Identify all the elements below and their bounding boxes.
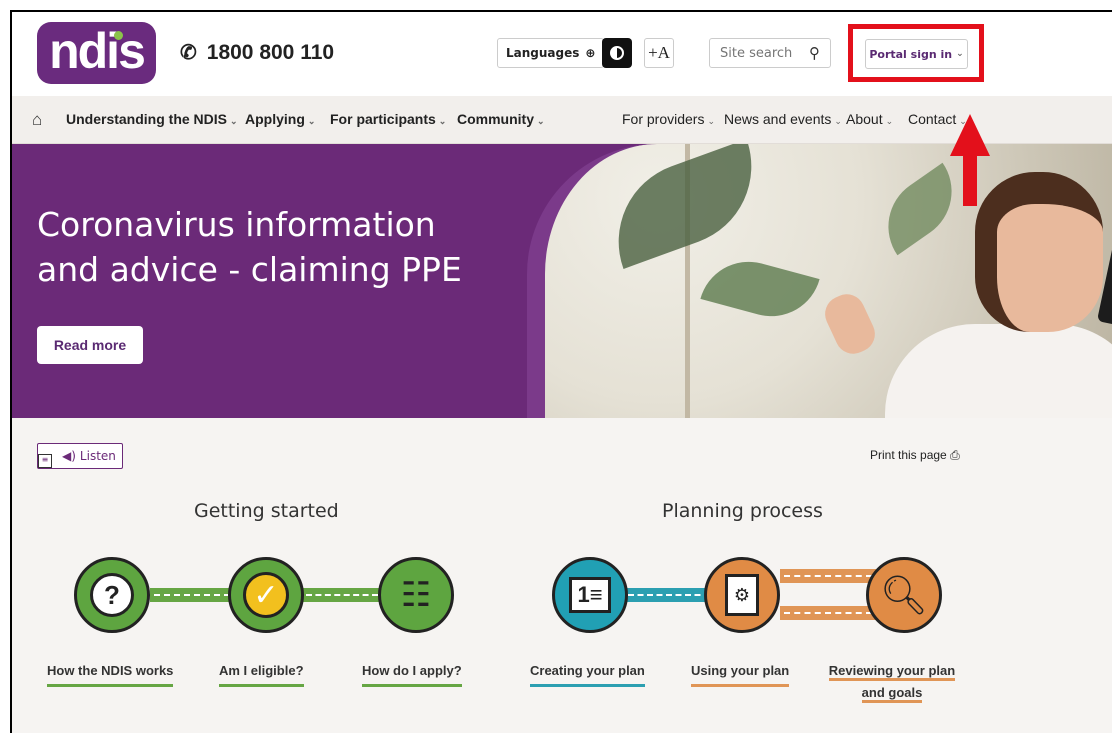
document-icon: ≡ (38, 454, 52, 468)
chevron-down-icon: ⌄ (956, 49, 964, 59)
hero-banner: Coronavirus information and advice - cla… (12, 144, 1112, 418)
reviewing-plan-step-icon[interactable]: 🔍︎ (866, 557, 942, 633)
question-bubble-icon: ? (90, 573, 134, 617)
contrast-toggle-button[interactable] (602, 38, 632, 68)
using-plan-step-icon[interactable]: ⚙ (704, 557, 780, 633)
how-ndis-works-link[interactable]: How the NDIS works (47, 660, 174, 687)
main-navigation: ⌂ Understanding the NDIS ⌄ Applying ⌄ For … (12, 96, 1112, 144)
phone-number-text: 1800 800 110 (206, 40, 335, 64)
site-search[interactable]: ⚲ (709, 38, 831, 68)
read-more-button[interactable]: Read more (37, 326, 143, 364)
listen-label: Listen (79, 449, 116, 463)
folder-document-icon: 1≡ (569, 577, 611, 613)
nav-item-understanding[interactable]: Understanding the NDIS ⌄ (66, 111, 238, 127)
nav-item-applying[interactable]: Applying ⌄ (245, 111, 315, 127)
creating-your-plan-link[interactable]: Creating your plan (530, 660, 645, 687)
getting-started-heading: Getting started (194, 500, 339, 522)
reviewing-plan-link[interactable]: Reviewing your plan and goals (826, 660, 958, 706)
chevron-down-icon: ⌄ (537, 116, 545, 126)
people-form-icon: ☷ (400, 575, 432, 615)
nav-item-community[interactable]: Community ⌄ (457, 111, 545, 127)
portal-sign-in-label: Portal sign in (869, 47, 953, 61)
reviewing-plan-line2: and goals (861, 685, 923, 703)
chevron-down-icon: ⌄ (707, 116, 716, 126)
search-icon[interactable]: ⚲ (809, 44, 820, 62)
text-size-button[interactable]: +A (644, 38, 674, 68)
step-connector (302, 588, 382, 602)
magnifier-review-icon: 🔍︎ (879, 572, 929, 617)
document-gear-icon: ⚙ (725, 574, 759, 616)
phone-icon: ✆ (180, 42, 197, 64)
annotation-arrow-icon (950, 114, 990, 206)
speaker-icon: ◀) (62, 449, 76, 463)
step-connector (624, 588, 714, 602)
step-connector (780, 606, 876, 620)
plant-leaf (700, 250, 820, 328)
languages-label: Languages (506, 46, 580, 60)
listen-button[interactable]: ≡ ◀) Listen (37, 443, 123, 469)
chevron-down-icon: ⌄ (307, 116, 316, 126)
portal-sign-in-button[interactable]: Portal sign in ⌄ (865, 39, 968, 69)
site-header: ndis ✆ 1800 800 110 Languages ⊕ +A ⚲ Por… (12, 12, 1112, 96)
creating-plan-step-icon[interactable]: 1≡ (552, 557, 628, 633)
chevron-down-icon: ⌄ (438, 116, 447, 126)
am-i-eligible-step-icon[interactable]: ✓ (228, 557, 304, 633)
nav-item-for-providers[interactable]: For providers ⌄ (622, 111, 715, 127)
am-i-eligible-link[interactable]: Am I eligible? (219, 660, 304, 687)
browser-frame: ndis ✆ 1800 800 110 Languages ⊕ +A ⚲ Por… (10, 10, 1112, 733)
chevron-down-icon: ⌄ (834, 116, 842, 126)
how-do-i-apply-step-icon[interactable]: ☷ (378, 557, 454, 633)
search-input[interactable] (720, 45, 800, 61)
ndis-logo[interactable]: ndis (37, 22, 156, 84)
print-page-link[interactable]: Print this page ⎙ (870, 448, 960, 463)
how-ndis-works-step-icon[interactable]: ? (74, 557, 150, 633)
phone-number[interactable]: ✆ 1800 800 110 (180, 40, 334, 65)
chevron-down-icon: ⌄ (885, 116, 894, 126)
logo-text: ndis (49, 23, 146, 79)
home-icon[interactable]: ⌂ (32, 110, 42, 130)
using-your-plan-link[interactable]: Using your plan (691, 660, 790, 687)
person-body (885, 324, 1112, 418)
pointing-hand (819, 288, 881, 360)
step-connector (150, 588, 234, 602)
globe-icon: ⊕ (585, 46, 596, 60)
checkmark-icon: ✓ (243, 572, 289, 618)
hero-photo (527, 144, 1112, 418)
languages-button[interactable]: Languages ⊕ (497, 38, 605, 68)
person-head (975, 172, 1103, 332)
step-connector (780, 569, 876, 583)
hero-title: Coronavirus information and advice - cla… (37, 205, 462, 289)
nav-item-news-events[interactable]: News and events ⌄ (724, 111, 842, 127)
nav-item-for-participants[interactable]: For participants ⌄ (330, 111, 446, 127)
chevron-down-icon: ⌄ (230, 116, 238, 126)
printer-icon: ⎙ (950, 448, 960, 462)
nav-item-about[interactable]: About ⌄ (846, 111, 893, 127)
planning-process-heading: Planning process (662, 500, 823, 522)
reviewing-plan-line1: Reviewing your plan (828, 663, 956, 681)
how-do-i-apply-link[interactable]: How do I apply? (362, 660, 462, 687)
contrast-icon (610, 46, 624, 60)
logo-dot (114, 31, 123, 40)
